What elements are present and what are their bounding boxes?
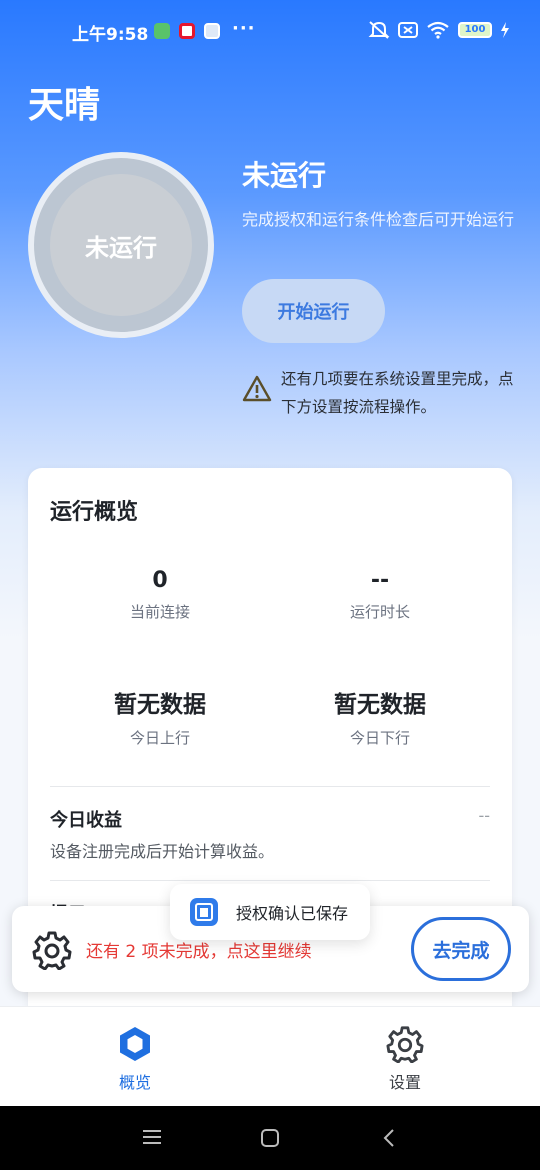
run-status-description: 完成授权和运行条件检查后可开始运行	[242, 210, 515, 229]
battery-indicator: 100	[458, 22, 492, 38]
charging-icon	[501, 22, 509, 38]
menu-icon[interactable]	[142, 1128, 162, 1146]
status-bar: 上午9:58 ··· 100	[0, 0, 540, 64]
stat-today-download: 暂无数据 今日下行	[270, 685, 490, 748]
system-navigation-bar	[0, 1106, 540, 1170]
stat-value: 0	[152, 568, 168, 593]
notification-app-icon	[154, 23, 170, 39]
gear-icon	[386, 1026, 424, 1063]
stat-label: 当前连接	[129, 603, 190, 621]
overview-title: 运行概览	[50, 500, 139, 525]
stat-current-connections: 0 当前连接	[50, 568, 270, 622]
wifi-icon	[427, 21, 449, 39]
status-time: 上午9:58	[72, 25, 149, 45]
warning-icon	[242, 375, 272, 402]
toast: 授权确认已保存	[170, 884, 370, 940]
today-earnings-value: --	[478, 806, 490, 825]
go-finish-button[interactable]: 去完成	[411, 917, 511, 981]
stat-label: 今日下行	[349, 729, 410, 747]
mute-icon	[368, 21, 390, 39]
bottom-nav: 概览 设置	[0, 1006, 540, 1106]
tab-overview-label: 概览	[118, 1073, 151, 1092]
stat-today-upload: 暂无数据 今日上行	[50, 685, 270, 748]
run-status-ring: 未运行	[28, 152, 214, 338]
setup-warning-text: 还有几项要在系统设置里完成，点下方设置按流程操作。	[281, 370, 514, 416]
stat-value: 暂无数据	[334, 692, 426, 718]
pending-tasks-text: 还有 2 项未完成，点这里继续	[86, 942, 312, 962]
divider	[50, 786, 490, 787]
more-notifications-icon: ···	[232, 18, 256, 39]
mail-notification-icon	[204, 23, 220, 39]
no-sim-icon	[398, 22, 418, 38]
hexagon-icon	[120, 1027, 150, 1061]
start-run-button[interactable]: 开始运行	[242, 279, 385, 343]
tab-settings-label: 设置	[388, 1073, 421, 1092]
app-logo-icon	[190, 898, 218, 926]
stat-value: 暂无数据	[114, 692, 206, 718]
back-icon[interactable]	[382, 1128, 396, 1148]
stat-value: --	[370, 568, 390, 593]
home-icon[interactable]	[260, 1128, 280, 1148]
stat-label: 运行时长	[349, 603, 410, 621]
run-status-ring-label: 未运行	[50, 174, 192, 316]
tab-overview[interactable]: 概览	[0, 1007, 270, 1107]
run-status-title: 未运行	[242, 159, 327, 192]
page-title: 天晴	[28, 85, 101, 126]
today-earnings-description: 设备注册完成后开始计算收益。	[50, 842, 275, 861]
weibo-notification-icon	[179, 23, 195, 39]
today-earnings-title: 今日收益	[50, 810, 122, 831]
stat-run-duration: -- 运行时长	[270, 568, 490, 622]
gear-icon	[32, 931, 72, 970]
divider	[50, 880, 490, 881]
toast-text: 授权确认已保存	[236, 904, 349, 923]
stat-label: 今日上行	[129, 729, 190, 747]
tab-settings[interactable]: 设置	[270, 1007, 540, 1107]
